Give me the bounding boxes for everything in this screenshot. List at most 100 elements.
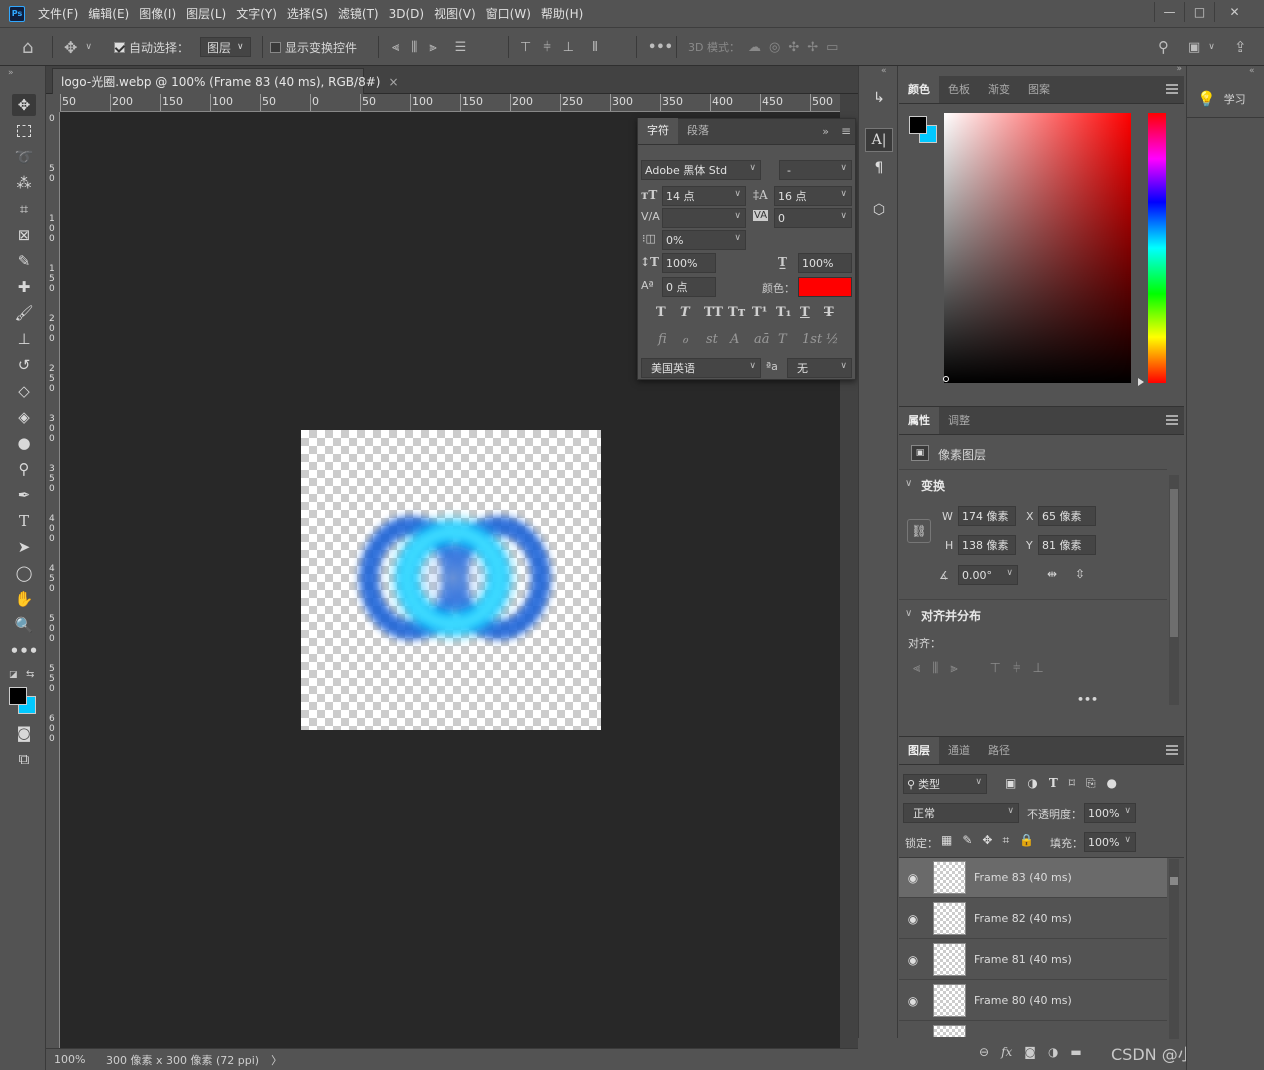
brush-tool-icon[interactable]: 🖌 — [12, 302, 36, 324]
hue-slider-handle[interactable] — [1138, 378, 1144, 386]
path-selection-tool-icon[interactable]: ➤ — [12, 536, 36, 558]
layer-row[interactable]: ◉ Frame 80 (40 ms) — [899, 981, 1167, 1021]
dodge-tool-icon[interactable]: ⚲ — [12, 458, 36, 480]
width-field[interactable]: 174 像素 — [958, 506, 1016, 526]
opentype-button[interactable]: ½ — [826, 332, 839, 347]
align-top-icon[interactable]: ⊤ — [990, 661, 1001, 676]
3d-panel-icon[interactable]: ⬡ — [865, 198, 893, 222]
layer-row[interactable]: ◉ Frame 82 (40 ms) — [899, 899, 1167, 939]
properties-scrollbar[interactable] — [1169, 475, 1179, 705]
distribute-vertical-icon[interactable]: ⦀ — [592, 40, 598, 55]
learn-button[interactable]: 💡 学习 — [1187, 80, 1264, 118]
close-tab-icon[interactable]: × — [388, 75, 398, 89]
menu-window[interactable]: 窗口(W) — [486, 5, 531, 22]
tab-gradients[interactable]: 渐变 — [979, 76, 1019, 103]
visibility-eye-icon[interactable]: ◉ — [899, 912, 927, 926]
tab-swatches[interactable]: 色板 — [939, 76, 979, 103]
opacity-field[interactable]: 100% ∨ — [1084, 803, 1136, 823]
font-style-dropdown[interactable]: - ∨ — [779, 160, 852, 180]
3d-camera-icon[interactable]: ▭ — [826, 40, 838, 55]
lock-artboard-icon[interactable]: ⌗ — [1002, 833, 1009, 848]
kerning-field[interactable]: ∨ — [662, 208, 746, 228]
ellipse-tool-icon[interactable]: ◯ — [12, 562, 36, 584]
quick-mask-icon[interactable]: ◙ — [12, 722, 36, 744]
lock-transparency-icon[interactable]: ▦ — [941, 833, 952, 848]
type-tool-icon[interactable]: T — [12, 510, 36, 532]
tab-patterns[interactable]: 图案 — [1019, 76, 1059, 103]
auto-select-checkbox[interactable] — [114, 41, 125, 53]
filter-toggle-icon[interactable]: ● — [1107, 776, 1117, 791]
vertical-ruler[interactable]: 0 50 100 150 200 250 300 350 400 450 500 550 600 — [46, 112, 60, 1048]
status-menu-arrow[interactable]: 〉 — [271, 1052, 282, 1068]
visibility-eye-icon[interactable]: ◉ — [899, 1035, 927, 1038]
tab-color[interactable]: 颜色 — [899, 76, 939, 103]
tsume-field[interactable]: 0% ∨ — [662, 230, 746, 250]
document-canvas[interactable] — [301, 430, 601, 730]
foreground-color-swatch[interactable] — [909, 116, 927, 134]
menu-filter[interactable]: 滤镜(T) — [338, 5, 379, 22]
move-tool-icon[interactable]: ✥ — [64, 38, 77, 57]
align-hcenter-icon[interactable]: ⫼ — [411, 40, 417, 55]
expand-dock-icon[interactable]: « — [881, 66, 887, 76]
flip-vertical-icon[interactable]: ⇳ — [1075, 567, 1085, 581]
align-left-icon[interactable]: ⫷ — [392, 40, 399, 55]
x-field[interactable]: 65 像素 — [1038, 506, 1096, 526]
leading-field[interactable]: 16 点 ∨ — [774, 186, 852, 206]
3d-roll-icon[interactable]: ◎ — [769, 40, 780, 55]
clone-stamp-tool-icon[interactable]: ⊥ — [12, 328, 36, 350]
marquee-tool-icon[interactable] — [12, 120, 36, 142]
eraser-tool-icon[interactable]: ◇ — [12, 380, 36, 402]
search-icon[interactable]: ⚲ — [1158, 38, 1169, 56]
opentype-button[interactable]: T — [778, 332, 787, 347]
panel-menu-icon[interactable] — [1166, 415, 1178, 425]
maximize-button[interactable]: □ — [1184, 2, 1214, 22]
filter-smart-object-icon[interactable]: ⎘ — [1086, 776, 1096, 791]
lock-all-icon[interactable]: 🔒 — [1019, 833, 1034, 848]
opentype-button[interactable]: aā — [754, 332, 770, 347]
crop-tool-icon[interactable]: ⌗ — [12, 198, 36, 220]
link-dimensions-icon[interactable]: ⛓ — [907, 519, 931, 543]
show-transform-checkbox[interactable] — [270, 41, 281, 53]
new-group-icon[interactable]: ▬ — [1070, 1045, 1081, 1059]
horizontal-scale-field[interactable]: 100% — [798, 253, 852, 273]
layer-effects-icon[interactable]: fx — [1001, 1045, 1012, 1059]
tracking-field[interactable]: 0 ∨ — [774, 208, 852, 228]
filter-pixel-icon[interactable]: ▣ — [1005, 776, 1016, 791]
align-left-icon[interactable]: ⫷ — [913, 661, 920, 676]
lock-pixels-icon[interactable]: ✎ — [962, 833, 972, 848]
move-tool-icon[interactable]: ✥ — [12, 94, 36, 116]
menu-view[interactable]: 视图(V) — [434, 5, 476, 22]
layers-scrollbar[interactable] — [1169, 859, 1179, 1039]
3d-orbit-icon[interactable]: ☁ — [748, 40, 761, 55]
panel-menu-icon[interactable]: ≡ — [841, 124, 851, 138]
layer-filter-dropdown[interactable]: ⚲ 类型 ∨ — [903, 774, 987, 794]
filter-adjustment-icon[interactable]: ◑ — [1027, 776, 1037, 791]
minimize-button[interactable]: — — [1154, 2, 1184, 22]
menu-image[interactable]: 图像(I) — [139, 5, 176, 22]
filter-type-icon[interactable]: T — [1049, 776, 1058, 791]
font-family-dropdown[interactable]: Adobe 黑体 Std ∨ — [641, 160, 761, 180]
workspace-icon[interactable]: ▣ — [1188, 40, 1200, 55]
font-size-field[interactable]: 14 点 ∨ — [662, 186, 746, 206]
type-style-button[interactable]: T — [824, 305, 834, 320]
character-panel-icon[interactable]: A| — [865, 128, 893, 152]
eyedropper-tool-icon[interactable]: ✎ — [12, 250, 36, 272]
tab-paths[interactable]: 路径 — [979, 737, 1019, 764]
align-vcenter-icon[interactable]: ⫩ — [543, 40, 550, 55]
panel-menu-icon[interactable] — [1166, 84, 1178, 94]
visibility-eye-icon[interactable]: ◉ — [899, 871, 927, 885]
tab-paragraph[interactable]: 段落 — [678, 118, 718, 144]
expand-toolbox-icon[interactable]: » — [8, 68, 14, 78]
layer-row[interactable]: ◉ Frame 79 (40 ms) — [899, 1022, 1167, 1037]
menu-edit[interactable]: 编辑(E) — [88, 5, 129, 22]
hand-tool-icon[interactable]: ✋ — [12, 588, 36, 610]
fill-field[interactable]: 100% ∨ — [1084, 832, 1136, 852]
baseline-shift-field[interactable]: 0 点 — [662, 277, 716, 297]
chevron-down-icon[interactable]: ∨ — [905, 608, 912, 619]
type-style-button[interactable]: T₁ — [776, 305, 791, 320]
antialias-dropdown[interactable]: 无 ∨ — [787, 358, 852, 378]
opentype-button[interactable]: A — [730, 332, 739, 347]
language-dropdown[interactable]: 美国英语 ∨ — [641, 358, 761, 378]
align-right-icon[interactable]: ⫸ — [950, 661, 957, 676]
tab-character[interactable]: 字符 — [638, 118, 678, 144]
